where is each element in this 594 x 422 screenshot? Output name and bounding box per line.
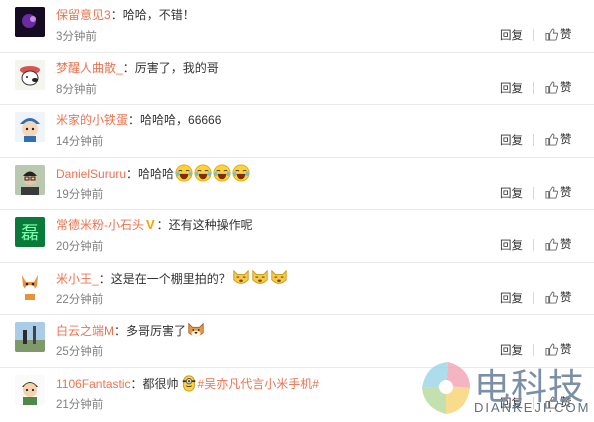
timestamp: 14分钟前 — [56, 136, 104, 148]
username[interactable]: 米小王_ — [56, 272, 99, 286]
username[interactable]: DanielSururu — [56, 167, 126, 181]
timestamp: 21分钟前 — [56, 398, 104, 411]
reply-button[interactable]: 回复 — [500, 185, 523, 201]
verified-badge-icon: V — [146, 217, 155, 232]
reply-button[interactable]: 回复 — [500, 290, 523, 306]
comment-item: 磊 常德米粉-小石头 V ：还有这种操作呢 20分钟前 回复 赞 — [0, 210, 594, 263]
like-label: 赞 — [560, 29, 572, 41]
doge-emoji-icon — [250, 269, 269, 286]
like-button[interactable]: 赞 — [545, 184, 572, 200]
timestamp: 20分钟前 — [56, 241, 104, 253]
laugh-emoji-icon — [212, 163, 231, 182]
watermark-logo: 电科技 DIANKEJI.COM — [418, 356, 594, 422]
comment-text: ：都很帅 — [130, 376, 179, 391]
timestamp: 8分钟前 — [56, 83, 97, 96]
shiba-emoji-icon — [186, 322, 205, 338]
doge-emoji-icon — [231, 269, 250, 286]
like-label: 赞 — [560, 81, 572, 94]
like-button[interactable]: 赞 — [545, 236, 572, 252]
like-button[interactable]: 赞 — [545, 341, 572, 357]
minion-emoji-icon — [179, 374, 198, 392]
comment-item: 米小王_：这是在一个棚里拍的？ 22分钟前 回复 赞 — [0, 263, 594, 315]
like-label: 赞 — [560, 291, 572, 304]
avatar[interactable] — [15, 164, 45, 195]
comment-text: ：哈哈，不错！ — [110, 8, 195, 22]
username[interactable]: 1106Fantastic — [56, 377, 131, 391]
divider — [533, 29, 534, 41]
divider — [533, 81, 534, 94]
timestamp: 19分钟前 — [56, 188, 104, 201]
timestamp: 22分钟前 — [56, 293, 104, 306]
like-button[interactable]: 赞 — [545, 131, 572, 147]
avatar[interactable] — [15, 59, 45, 90]
like-button[interactable]: 赞 — [545, 26, 572, 42]
avatar[interactable]: 磊 — [15, 217, 45, 247]
comment-text: ：还有这种操作呢 — [156, 218, 253, 232]
thumbs-up-icon — [545, 185, 559, 199]
comment-text: ：多哥厉害了 — [114, 324, 187, 338]
watermark-subtitle: DIANKEJI.COM — [474, 400, 591, 415]
divider — [533, 291, 534, 304]
comment-item: DanielSururu：哈哈哈 19分钟前 回复 赞 — [0, 158, 594, 210]
username[interactable]: 白云之端M — [56, 324, 114, 338]
avatar-glyph: 磊 — [21, 223, 39, 244]
username[interactable]: 常德米粉-小石头 — [56, 218, 144, 232]
comment-text: ：哈哈哈，66666 — [128, 113, 222, 127]
divider — [533, 134, 534, 146]
like-label: 赞 — [560, 344, 572, 356]
avatar[interactable] — [15, 322, 45, 352]
divider — [533, 344, 534, 356]
like-button[interactable]: 赞 — [545, 79, 572, 95]
avatar[interactable] — [15, 374, 45, 405]
username[interactable]: 梦醒人曲散_ — [56, 61, 123, 75]
comment-text: ：哈哈哈 — [126, 166, 175, 181]
reply-button[interactable]: 回复 — [500, 237, 523, 253]
reply-button[interactable]: 回复 — [500, 132, 523, 148]
laugh-emoji-icon — [193, 163, 212, 182]
thumbs-up-icon — [545, 28, 559, 41]
divider — [533, 186, 534, 199]
avatar[interactable] — [15, 7, 45, 37]
reply-button[interactable]: 回复 — [500, 80, 523, 96]
avatar[interactable] — [15, 112, 45, 142]
thumbs-up-icon — [545, 133, 559, 146]
username[interactable]: 保留意见3 — [56, 8, 111, 22]
comment-item: 梦醒人曲散_：厉害了，我的哥 8分钟前 回复 赞 — [0, 53, 594, 105]
avatar[interactable] — [15, 269, 45, 300]
comment-item: 保留意见3：哈哈，不错！ 3分钟前 回复 赞 — [0, 0, 594, 53]
reply-button[interactable]: 回复 — [500, 27, 523, 43]
like-label: 赞 — [560, 134, 572, 146]
timestamp: 3分钟前 — [56, 31, 97, 43]
thumbs-up-icon — [545, 238, 559, 251]
like-button[interactable]: 赞 — [545, 289, 572, 305]
thumbs-up-icon — [545, 343, 559, 356]
logo-mark-icon — [422, 362, 470, 414]
like-label: 赞 — [560, 239, 572, 251]
username[interactable]: 米家的小铁蛋 — [56, 113, 128, 127]
laugh-emoji-icon — [231, 163, 250, 182]
timestamp: 25分钟前 — [56, 346, 104, 358]
comment-item: 米家的小铁蛋：哈哈哈，66666 14分钟前 回复 赞 — [0, 105, 594, 158]
comment-text: ：厉害了，我的哥 — [122, 60, 219, 75]
comment-text: ：这是在一个棚里拍的？ — [98, 271, 231, 286]
topic-hashtag-link[interactable]: #吴亦凡代言小米手机# — [198, 377, 319, 391]
divider — [533, 239, 534, 251]
like-label: 赞 — [560, 186, 572, 199]
thumbs-up-icon — [545, 290, 559, 304]
laugh-emoji-icon — [174, 163, 193, 182]
doge-emoji-icon — [269, 269, 288, 286]
thumbs-up-icon — [545, 80, 559, 94]
